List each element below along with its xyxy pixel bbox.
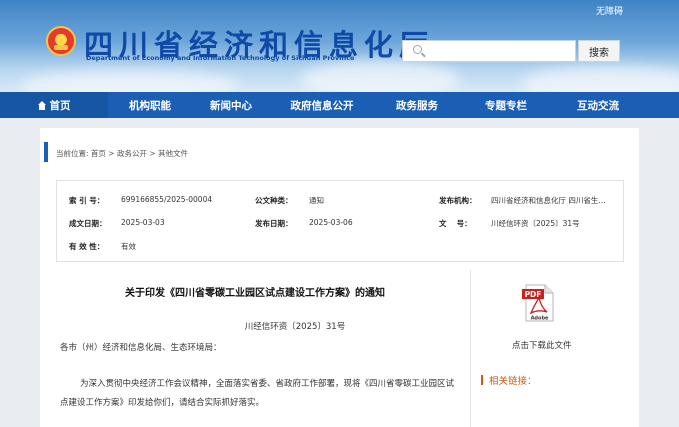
nav-item-topics[interactable]: 专题专栏 (460, 92, 552, 118)
meta-validity-value: 有效 (121, 242, 136, 251)
search-box (402, 40, 576, 62)
meta-index-value: 699166855/2025-00004 (121, 195, 213, 204)
search-input[interactable] (427, 43, 573, 59)
related-links-label: 相关链接： (489, 376, 537, 387)
article-title: 关于印发《四川省零碳工业园区试点建设工作方案》的通知 (125, 288, 385, 299)
accessibility-link[interactable]: 无障碍 (596, 4, 623, 17)
nav-item-news[interactable]: 新闻中心 (192, 92, 270, 118)
related-links-heading: 相关链接： (481, 373, 537, 387)
article-body: 为深入贯彻中央经济工作会议精神，全面落实省委、省政府工作部署，现将《四川省零碳工… (60, 379, 455, 408)
nav-item-label: 新闻中心 (210, 99, 252, 112)
meta-docno-value: 川经信环资〔2025〕31号 (491, 219, 580, 228)
nav-item-home[interactable]: 首页 (0, 92, 108, 118)
national-emblem-icon (46, 26, 76, 56)
meta-validity-label: 有 效 性： (69, 242, 105, 251)
meta-category-label: 公文种类： (255, 196, 293, 205)
nav-item-label: 政务服务 (396, 99, 438, 112)
meta-created-label: 成文日期： (69, 219, 107, 228)
nav-item-label: 机构职能 (129, 99, 171, 112)
nav-item-label: 专题专栏 (485, 99, 527, 112)
search-icon (413, 45, 422, 54)
meta-docno-label: 文 号： (439, 219, 472, 228)
meta-published-label: 发布日期： (255, 219, 293, 228)
meta-index-label: 索 引 号： (69, 196, 105, 205)
download-file-link[interactable]: 点击下载此文件 (512, 339, 572, 351)
nav-item-label: 政府信息公开 (290, 99, 354, 112)
breadcrumb[interactable]: 当前位置: 首页 > 政务公开 > 其他文件 (56, 148, 188, 159)
nav-item-services[interactable]: 政务服务 (374, 92, 460, 118)
search-button[interactable]: 搜索 (578, 40, 620, 62)
nav-item-gov-info[interactable]: 政府信息公开 (270, 92, 374, 118)
meta-category-value: 通知 (309, 196, 324, 205)
header-cloud (520, 66, 679, 92)
pdf-brand-text: Adobe (531, 316, 549, 322)
meta-publisher-value: 四川省经济和信息化厅 四川省生... (491, 196, 606, 205)
nav-item-interaction[interactable]: 互动交流 (552, 92, 644, 118)
article-doc-number: 川经信环资〔2025〕31号 (244, 322, 346, 332)
content-panel: 当前位置: 首页 > 政务公开 > 其他文件 索 引 号： 699166855/… (40, 128, 639, 427)
column-divider (470, 270, 471, 427)
header-cloud (20, 70, 240, 92)
nav-item-label: 首页 (49, 99, 71, 112)
header-cloud (300, 60, 460, 92)
meta-created-value: 2025-03-03 (121, 218, 165, 227)
breadcrumb-marker (44, 142, 48, 162)
pdf-file-icon[interactable]: PDF Adobe (522, 284, 554, 322)
site-subtitle: Department of Economy and Information Te… (86, 54, 355, 62)
site-header: 无障碍 四川省经济和信息化厅 Department of Economy and… (0, 0, 679, 92)
meta-published-value: 2025-03-06 (309, 218, 353, 227)
meta-publisher-label: 发布机构： (439, 196, 477, 205)
main-nav: 首页 机构职能 新闻中心 政府信息公开 政务服务 专题专栏 互动交流 (0, 92, 679, 118)
home-icon (37, 100, 47, 110)
related-marker (481, 375, 483, 385)
nav-item-organization[interactable]: 机构职能 (108, 92, 192, 118)
nav-item-label: 互动交流 (577, 99, 619, 112)
article-addressee: 各市（州）经济和信息化局、生态环境局： (60, 343, 222, 353)
document-meta-table: 索 引 号： 699166855/2025-00004 公文种类： 通知 发布机… (56, 180, 624, 262)
